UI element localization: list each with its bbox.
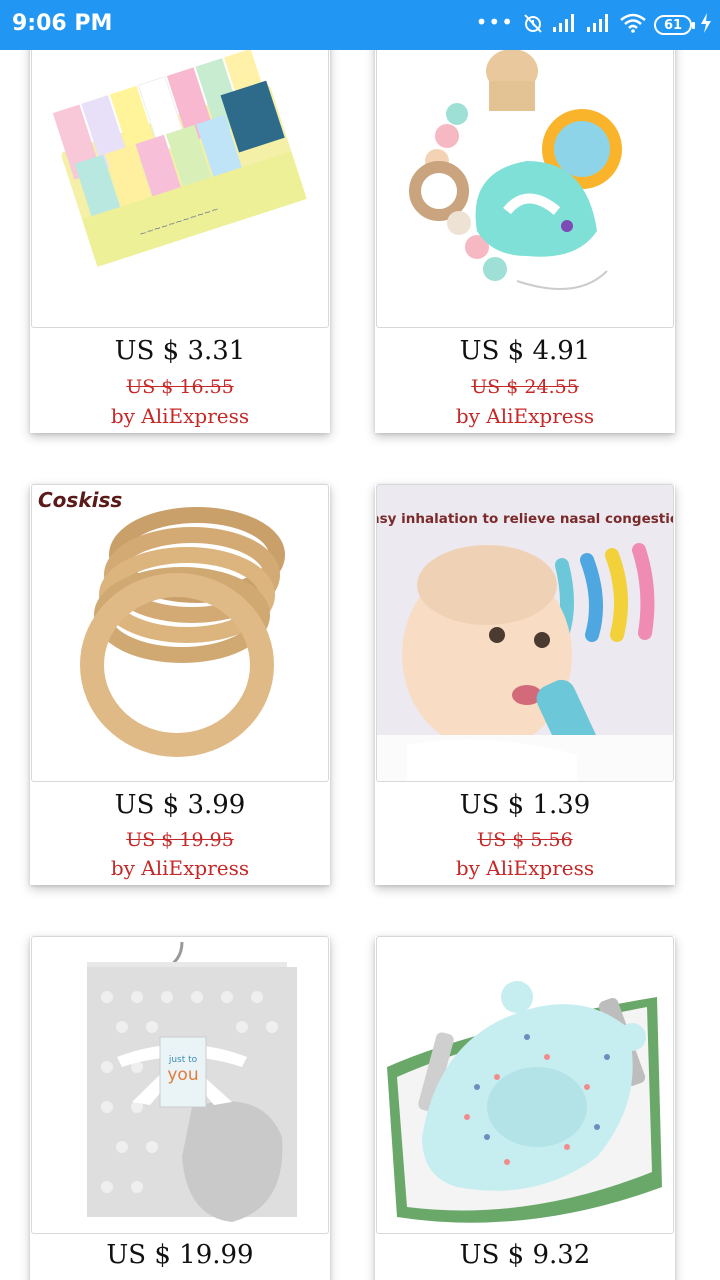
product-card[interactable]: US $ 9.32 <box>375 936 675 1280</box>
product-price: US $ 1.39 <box>459 790 591 820</box>
product-image-teether[interactable] <box>376 50 674 328</box>
status-bar: 9:06 PM ••• 61 <box>0 0 720 50</box>
more-notifications-icon: ••• <box>475 10 514 34</box>
status-icons: ••• 61 <box>476 12 712 38</box>
product-card[interactable]: US $ 4.91 US $ 24.55 by AliExpress <box>375 50 675 433</box>
product-seller[interactable]: by AliExpress <box>375 856 675 880</box>
product-card[interactable]: Easy inhalation to relieve nasal congest… <box>375 484 675 885</box>
product-seller[interactable]: by AliExpress <box>375 404 675 428</box>
product-card[interactable]: ~~~~~~~~~~~ US $ 3.31 US $ 16.55 by AliE… <box>30 50 330 433</box>
signal-icon-2 <box>586 13 612 37</box>
product-seller[interactable]: by AliExpress <box>30 404 330 428</box>
product-original-price: US $ 16.55 <box>126 376 234 398</box>
signal-icon-1 <box>552 13 578 37</box>
product-image-blanket[interactable]: just to you <box>31 936 329 1234</box>
product-price: US $ 3.31 <box>114 336 246 366</box>
product-original-price: US $ 19.95 <box>126 829 234 851</box>
product-price: US $ 4.91 <box>459 336 591 366</box>
product-image-nasal-aspirator[interactable]: Easy inhalation to relieve nasal congest… <box>376 484 674 782</box>
product-original-price: US $ 24.55 <box>471 376 579 398</box>
product-price: US $ 3.99 <box>114 790 246 820</box>
status-time: 9:06 PM <box>12 11 113 36</box>
product-image-wooden-rings[interactable]: Coskiss <box>31 484 329 782</box>
wifi-icon <box>620 13 646 37</box>
product-caption-text: Easy inhalation to relieve nasal congest… <box>377 511 673 527</box>
product-grid: ~~~~~~~~~~~ US $ 3.31 US $ 16.55 by AliE… <box>0 50 720 1280</box>
product-seller[interactable]: by AliExpress <box>30 856 330 880</box>
charging-icon <box>700 13 712 37</box>
product-card[interactable]: Coskiss US $ 3.99 US $ 19.95 by AliExpre… <box>30 484 330 885</box>
product-image-washcloths[interactable]: ~~~~~~~~~~~ <box>31 50 329 328</box>
product-price: US $ 19.99 <box>106 1240 254 1270</box>
product-price: US $ 9.32 <box>459 1240 591 1270</box>
brand-logo-text: Coskiss <box>38 488 122 512</box>
tag-text-just-to: just to <box>168 1055 198 1065</box>
product-image-bath-cushion[interactable] <box>376 936 674 1234</box>
tag-text-you: you <box>167 1065 198 1085</box>
product-original-price: US $ 5.56 <box>477 829 573 851</box>
battery-icon: 61 <box>654 15 695 35</box>
alarm-off-icon <box>522 12 544 38</box>
product-card[interactable]: just to you US $ 19.99 <box>30 936 330 1280</box>
